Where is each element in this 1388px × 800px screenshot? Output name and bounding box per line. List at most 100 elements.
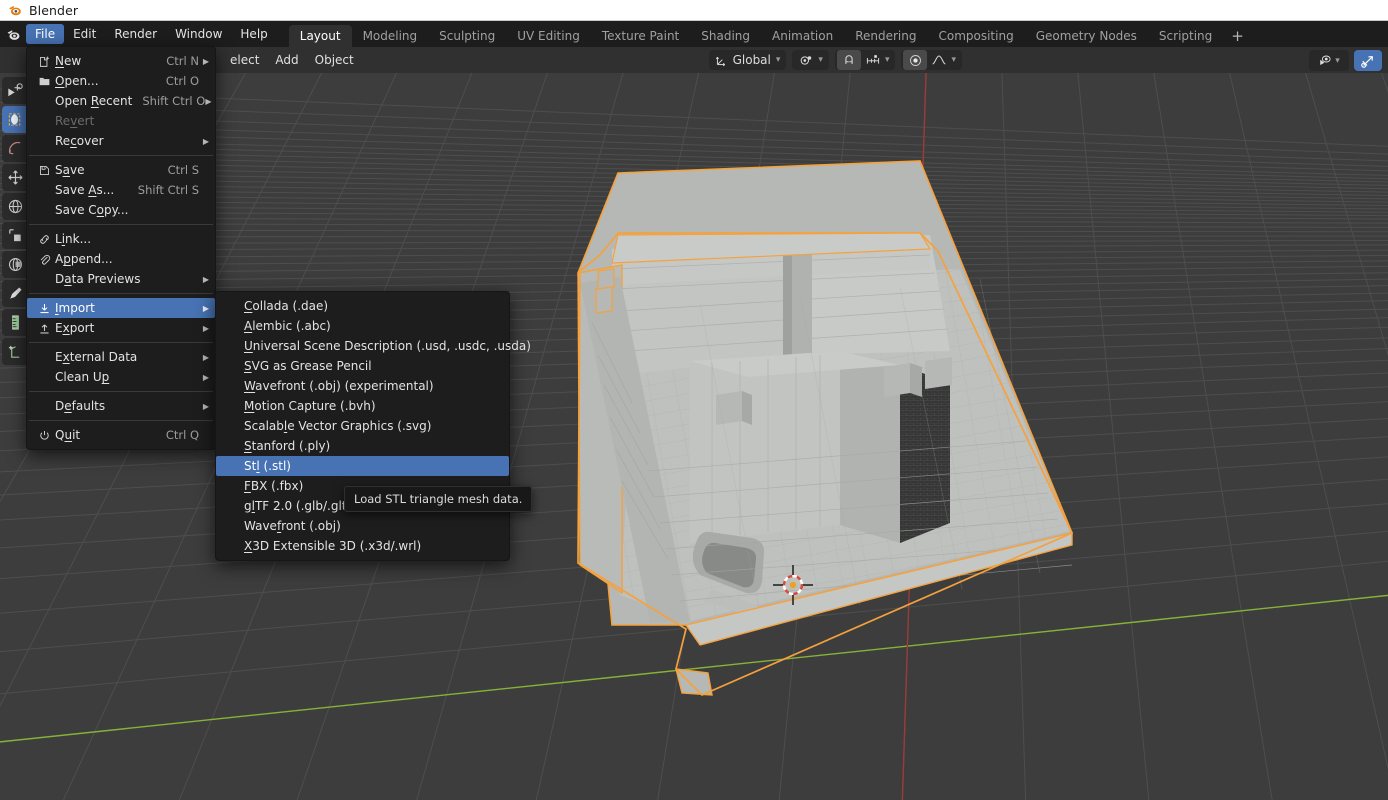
snap-target-icon[interactable] — [861, 50, 885, 70]
file-menu-item-label: Append... — [55, 252, 199, 266]
transform-tool[interactable] — [2, 251, 29, 278]
top-menu-help[interactable]: Help — [231, 24, 276, 44]
file-menu-item-data-previews[interactable]: Data Previews▶ — [27, 269, 215, 289]
file-menu-item-label: Data Previews — [55, 272, 199, 286]
object-visibility-dropdown[interactable]: ▾ — [1309, 50, 1349, 71]
blender-menu-logo-icon[interactable] — [0, 21, 26, 47]
3d-cursor-icon — [771, 563, 815, 607]
viewport-menu-add[interactable]: Add — [267, 50, 306, 70]
import-menu-item-universal-scene-description-usd-usdc-usda[interactable]: Universal Scene Description (.usd, .usdc… — [216, 336, 509, 356]
menu-separator — [29, 155, 213, 156]
tooltip: Load STL triangle mesh data. — [344, 486, 532, 512]
workspace-tab-animation[interactable]: Animation — [761, 25, 844, 47]
import-menu-item-svg-as-grease-pencil[interactable]: SVG as Grease Pencil — [216, 356, 509, 376]
workspace-tab-sculpting[interactable]: Sculpting — [428, 25, 506, 47]
transform-orientation-icon — [715, 54, 728, 67]
import-menu-item-label: SVG as Grease Pencil — [244, 359, 503, 373]
workspace-tab-label: Scripting — [1159, 29, 1212, 43]
workspace-tab-texture-paint[interactable]: Texture Paint — [591, 25, 690, 47]
rotate-tool[interactable] — [2, 193, 29, 220]
viewport-menu-label: Object — [315, 53, 354, 67]
file-menu-item-label: New — [55, 54, 156, 68]
workspace-tab-geometry-nodes[interactable]: Geometry Nodes — [1025, 25, 1148, 47]
import-submenu[interactable]: Collada (.dae)Alembic (.abc)Universal Sc… — [215, 291, 510, 561]
import-menu-item-wavefront-obj[interactable]: Wavefront (.obj) — [216, 516, 509, 536]
file-menu-item-label: Save As... — [55, 183, 128, 197]
top-menu-render[interactable]: Render — [105, 24, 166, 44]
select-box-tool[interactable] — [2, 106, 29, 133]
submenu-arrow-icon: ▶ — [199, 137, 209, 146]
import-menu-item-x3d-extensible-3d-x3d-wrl[interactable]: X3D Extensible 3D (.x3d/.wrl) — [216, 536, 509, 556]
workspace-tab-compositing[interactable]: Compositing — [927, 25, 1024, 47]
import-menu-item-collada-dae[interactable]: Collada (.dae) — [216, 296, 509, 316]
file-menu-item-export[interactable]: Export▶ — [27, 318, 215, 338]
file-menu-item-label: Export — [55, 321, 199, 335]
workspace-tab-label: Rendering — [855, 29, 916, 43]
snap-group[interactable]: ▾ — [835, 50, 896, 70]
proportional-editing-icon[interactable] — [903, 50, 927, 70]
file-menu-item-external-data[interactable]: External Data▶ — [27, 347, 215, 367]
file-menu-item-new[interactable]: NewCtrl N▶ — [27, 51, 215, 71]
import-menu-item-wavefront-obj-experimental[interactable]: Wavefront (.obj) (experimental) — [216, 376, 509, 396]
mesh-geometry — [578, 161, 1072, 695]
workspace-tabs: LayoutModelingSculptingUV EditingTexture… — [289, 21, 1252, 47]
file-menu-item-link[interactable]: Link... — [27, 229, 215, 249]
workspace-tab-shading[interactable]: Shading — [690, 25, 761, 47]
file-dropdown-menu[interactable]: NewCtrl N▶Open...Ctrl OOpen RecentShift … — [26, 46, 216, 450]
tooltip-text: Load STL triangle mesh data. — [354, 492, 522, 506]
chevron-down-icon[interactable]: ▾ — [818, 55, 827, 65]
file-menu-item-save-as[interactable]: Save As...Shift Ctrl S — [27, 180, 215, 200]
top-menu-edit[interactable]: Edit — [64, 24, 105, 44]
proportional-falloff-icon[interactable] — [927, 50, 951, 70]
snap-magnet-icon[interactable] — [837, 50, 861, 70]
add-workspace-button[interactable]: + — [1223, 25, 1252, 47]
import-menu-item-stanford-ply[interactable]: Stanford (.ply) — [216, 436, 509, 456]
viewport-menu-elect[interactable]: elect — [222, 50, 267, 70]
workspace-tab-rendering[interactable]: Rendering — [844, 25, 927, 47]
file-menu-item-append[interactable]: Append... — [27, 249, 215, 269]
file-menu-item-open-recent[interactable]: Open RecentShift Ctrl O▶ — [27, 91, 215, 111]
import-menu-item-scalable-vector-graphics-svg[interactable]: Scalable Vector Graphics (.svg) — [216, 416, 509, 436]
chevron-down-icon[interactable]: ▾ — [885, 55, 894, 65]
import-menu-item-alembic-abc[interactable]: Alembic (.abc) — [216, 316, 509, 336]
workspace-tab-modeling[interactable]: Modeling — [352, 25, 429, 47]
transform-orientation-dropdown[interactable]: Global ▾ — [709, 50, 787, 70]
add-cube-tool[interactable] — [2, 338, 29, 365]
move-tool[interactable] — [2, 164, 29, 191]
workspace-tab-uv-editing[interactable]: UV Editing — [506, 25, 591, 47]
file-menu-item-quit[interactable]: QuitCtrl Q — [27, 425, 215, 445]
workspace-tab-layout[interactable]: Layout — [289, 25, 352, 47]
import-menu-item-label: Scalable Vector Graphics (.svg) — [244, 419, 503, 433]
viewport-menu-object[interactable]: Object — [307, 50, 362, 70]
file-menu-item-clean-up[interactable]: Clean Up▶ — [27, 367, 215, 387]
file-menu-item-import[interactable]: Import▶ — [27, 298, 215, 318]
proportional-edit-group[interactable]: ▾ — [901, 50, 962, 70]
measure-tool[interactable] — [2, 309, 29, 336]
file-menu-item-save-copy[interactable]: Save Copy... — [27, 200, 215, 220]
workspace-tab-label: Animation — [772, 29, 833, 43]
link-chain-icon — [33, 233, 55, 246]
menu-separator — [29, 293, 213, 294]
chevron-down-icon[interactable]: ▾ — [1335, 56, 1340, 66]
import-menu-item-stl-stl[interactable]: Stl (.stl) — [216, 456, 509, 476]
new-file-icon — [33, 55, 55, 68]
top-menu-label: Window — [175, 28, 222, 40]
file-menu-item-defaults[interactable]: Defaults▶ — [27, 396, 215, 416]
annotate-tool[interactable] — [2, 280, 29, 307]
workspace-tab-scripting[interactable]: Scripting — [1148, 25, 1223, 47]
top-menu-file[interactable]: File — [26, 24, 64, 44]
pivot-point-group[interactable]: ▾ — [792, 50, 829, 70]
cursor-tool[interactable] — [2, 77, 29, 104]
tweak-tool[interactable] — [2, 135, 29, 162]
show-gizmo-icon — [1360, 53, 1376, 69]
chevron-down-icon[interactable]: ▾ — [951, 55, 960, 65]
scale-tool[interactable] — [2, 222, 29, 249]
file-menu-item-open[interactable]: Open...Ctrl O — [27, 71, 215, 91]
transform-orientation-value: Global — [733, 53, 771, 67]
pivot-point-icon[interactable] — [794, 50, 818, 70]
file-menu-item-save[interactable]: SaveCtrl S — [27, 160, 215, 180]
import-menu-item-motion-capture-bvh[interactable]: Motion Capture (.bvh) — [216, 396, 509, 416]
file-menu-item-recover[interactable]: Recover▶ — [27, 131, 215, 151]
show-gizmo-toggle[interactable] — [1354, 50, 1382, 71]
top-menu-window[interactable]: Window — [166, 24, 231, 44]
